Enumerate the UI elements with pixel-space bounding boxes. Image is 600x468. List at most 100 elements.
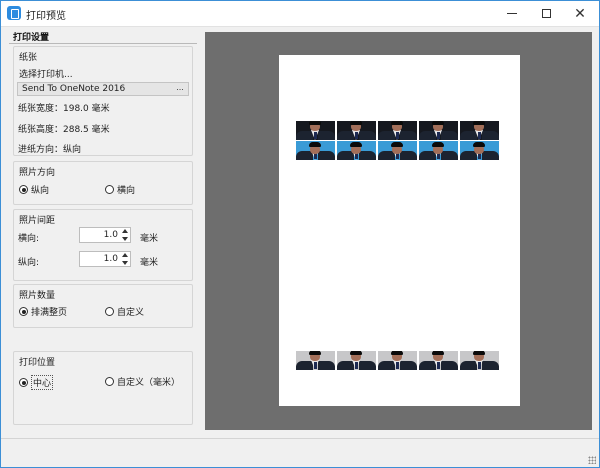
close-icon: ✕ [574,5,586,22]
radio-label: 纵向 [31,186,50,196]
photo-hair [391,121,403,125]
orientation-portrait-option[interactable]: 纵向 [19,183,49,196]
horizontal-spacing-unit: 毫米 [140,234,159,244]
photo-hair [309,121,321,125]
photo-tie [314,362,317,369]
photo-hair [350,351,362,355]
photo-tie [355,132,358,139]
paper-preview [279,55,520,406]
photo-suit-l [419,131,436,140]
quantity-fill-page-option[interactable]: 排满整页 [19,305,67,318]
spacing-group-title: 照片间距 [19,216,56,226]
app-icon [7,6,21,20]
radio-label: 横向 [117,186,136,196]
photo-suit-l [460,131,477,140]
photo-tie [478,132,481,139]
photo-suit-l [296,361,313,370]
photo-hair [432,351,444,355]
printer-name: Send To OneNote 2016 [22,84,126,94]
status-bar [1,438,599,467]
photo-suit-r [441,151,458,160]
radio-label: 排满整页 [31,308,68,318]
photo-tie [437,132,440,139]
maximize-button[interactable] [530,1,562,26]
paper-group-title: 纸张 [19,53,38,63]
quantity-custom-option[interactable]: 自定义 [105,305,144,318]
photo-hair [391,351,403,355]
spinner-arrows[interactable] [120,253,129,265]
resize-grip-icon[interactable] [588,456,596,464]
id-photo-thumbnail [296,141,335,160]
photo-suit-r [482,361,499,370]
photo-suit-r [318,361,335,370]
photo-suit-r [400,131,417,140]
photo-suit-r [482,131,499,140]
photo-suit-r [359,361,376,370]
id-photo-thumbnail [296,351,335,370]
panel-header: 打印设置 [9,32,197,44]
radio-button[interactable] [19,307,28,316]
photo-suit-r [318,131,335,140]
radio-label: 中心 [31,375,54,390]
photo-tie [478,362,481,369]
radio-button[interactable] [105,307,114,316]
orientation-group-title: 照片方向 [19,168,56,178]
radio-label: 自定义（毫米） [117,378,181,388]
photo-suit-l [378,131,395,140]
photo-tie [396,362,399,369]
printer-field[interactable]: Send To OneNote 2016 ... [17,82,189,96]
spinner-value: 1.0 [103,230,118,240]
photo-suit-r [441,131,458,140]
radio-button[interactable] [105,185,114,194]
preview-area[interactable] [205,32,592,430]
photo-tie [437,362,440,369]
browse-printer-button[interactable]: ... [173,84,187,94]
print-settings-panel: 打印设置 纸张 选择打印机... Send To OneNote 2016 ..… [9,32,197,430]
photo-suit-r [441,361,458,370]
photo-suit-r [359,131,376,140]
id-photo-thumbnail [460,351,499,370]
photo-suit-l [378,361,395,370]
photo-hair [350,121,362,125]
id-photo-thumbnail [419,141,458,160]
spin-down-icon[interactable] [121,261,128,265]
photo-hair [350,142,362,147]
photo-hair [309,351,321,355]
photo-suit-r [400,361,417,370]
position-custom-option[interactable]: 自定义（毫米） [105,375,180,388]
minimize-button[interactable] [496,1,528,26]
radio-button[interactable] [19,378,28,387]
photo-hair [473,121,485,125]
close-button[interactable]: ✕ [564,1,596,26]
spinner-arrows[interactable] [120,229,129,241]
horizontal-spacing-spinner[interactable]: 1.0 [79,227,131,243]
radio-button[interactable] [105,377,114,386]
position-center-option[interactable]: 中心 [19,375,54,390]
id-photo-thumbnail [460,141,499,160]
photo-hair [432,142,444,147]
id-photo-thumbnail [378,351,417,370]
spin-down-icon[interactable] [121,237,128,241]
photo-suit-l [460,361,477,370]
spin-up-icon[interactable] [121,253,128,257]
horizontal-spacing-label: 横向: [18,234,40,244]
id-photo-thumbnail [337,121,376,140]
maximize-icon [541,9,551,18]
photo-suit-r [400,151,417,160]
photo-suit-l [337,131,354,140]
paper-width-label: 纸张宽度：198.0 毫米 [18,104,110,114]
print-preview-window: 打印预览 ✕ 打印设置 纸张 选择打印机... Send To OneNote … [0,0,600,468]
radio-button[interactable] [19,185,28,194]
vertical-spacing-spinner[interactable]: 1.0 [79,251,131,267]
window-title: 打印预览 [26,11,66,22]
print-position-group-title: 打印位置 [19,358,56,368]
title-bar[interactable]: 打印预览 ✕ [1,1,599,27]
id-photo-thumbnail [460,121,499,140]
photo-tie [355,362,358,369]
orientation-landscape-option[interactable]: 横向 [105,183,135,196]
photo-hair [473,142,485,147]
id-photo-thumbnail [419,351,458,370]
spin-up-icon[interactable] [121,229,128,233]
id-photo-thumbnail [419,121,458,140]
select-printer-link[interactable]: 选择打印机... [19,67,73,80]
